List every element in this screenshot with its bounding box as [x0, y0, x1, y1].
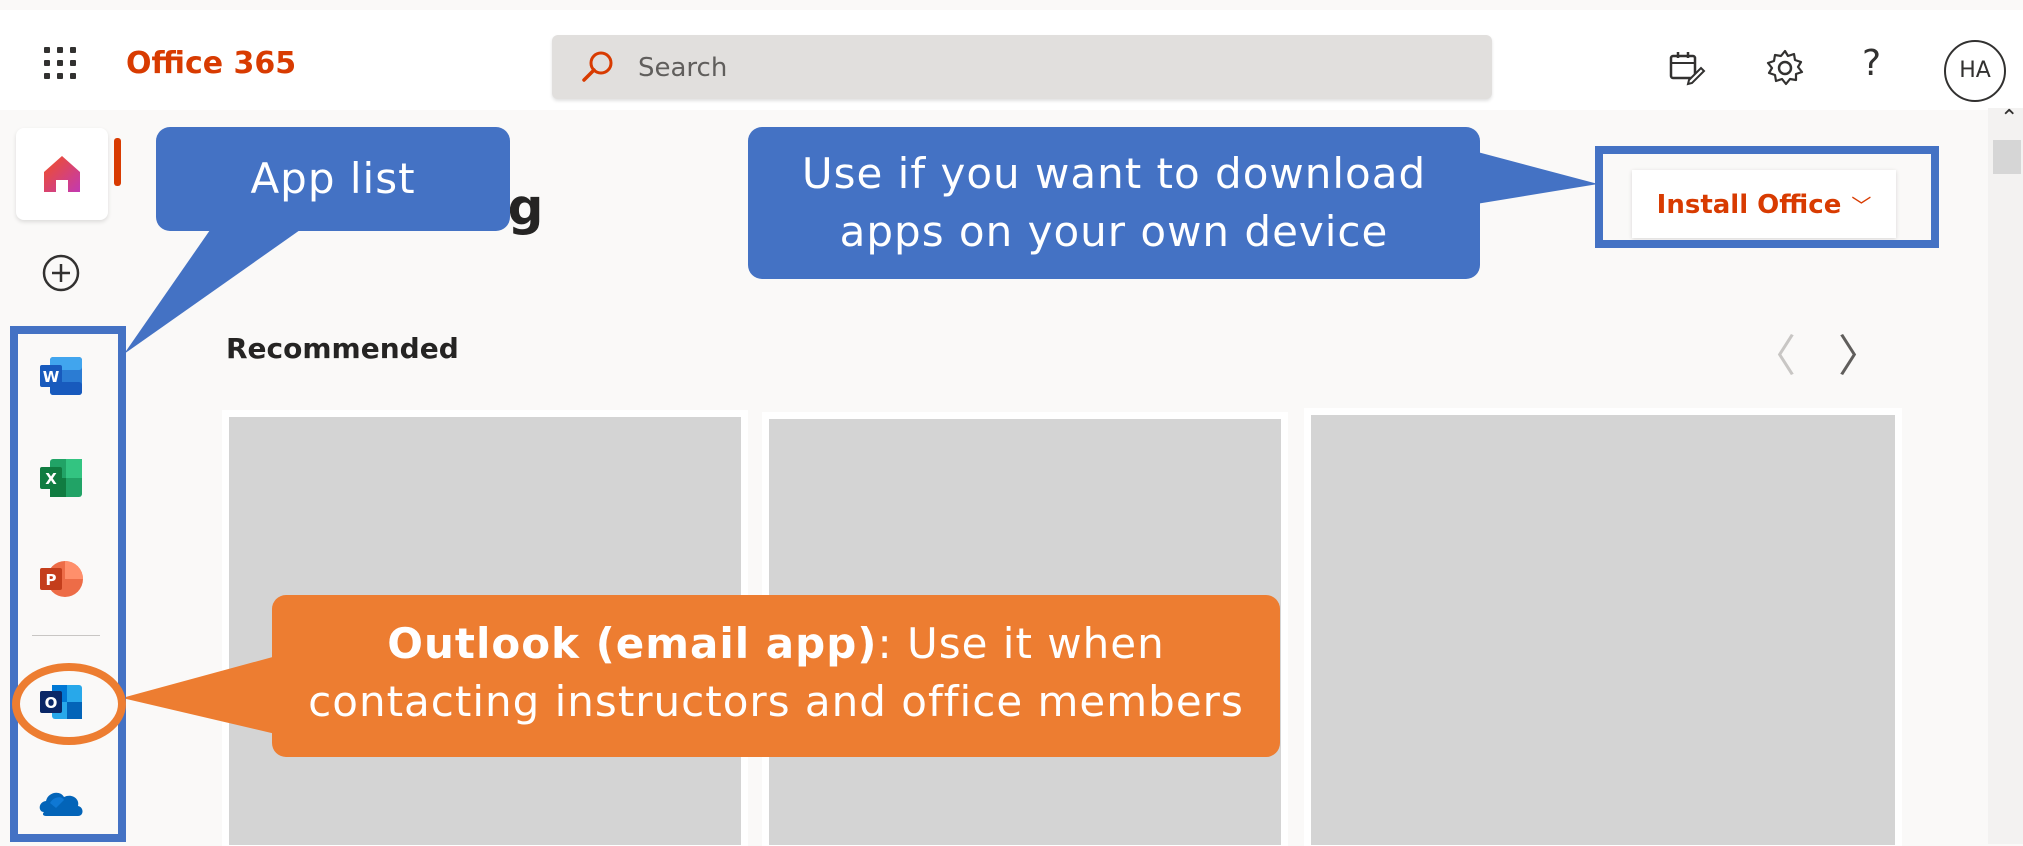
calendar-check-icon[interactable]	[1667, 48, 1707, 88]
active-indicator	[114, 138, 121, 186]
avatar[interactable]: HA	[1944, 40, 2006, 102]
waffle-icon[interactable]	[44, 47, 84, 87]
app-list-callout: App list	[156, 127, 510, 231]
gear-icon[interactable]	[1765, 48, 1805, 88]
install-note-text: Use if you want to download apps on your…	[801, 149, 1427, 256]
outlook-highlight	[12, 663, 126, 745]
install-office-highlight	[1595, 146, 1939, 248]
carousel-next-button[interactable]: 〉	[1838, 320, 1882, 384]
install-note-callout: Use if you want to download apps on your…	[748, 127, 1480, 279]
home-icon	[44, 156, 80, 192]
recommended-title: Recommended	[226, 332, 459, 365]
top-bar: Office 365 ? HA	[0, 10, 2023, 110]
outlook-callout-bold: Outlook (email app)	[387, 619, 878, 668]
search-box[interactable]	[552, 35, 1492, 101]
recommended-card[interactable]	[1304, 408, 1902, 846]
search-input[interactable]	[636, 35, 1460, 101]
carousel-prev-button[interactable]: 〈	[1752, 320, 1796, 384]
scroll-thumb[interactable]	[1993, 140, 2021, 174]
app-list-highlight	[10, 326, 126, 842]
help-icon[interactable]: ?	[1862, 43, 1881, 84]
rail-item-home[interactable]	[16, 128, 108, 220]
scroll-up-icon[interactable]: ⌃	[2000, 106, 2018, 131]
install-note-tail	[1470, 150, 1598, 205]
app-name[interactable]: Office 365	[126, 46, 296, 81]
search-icon	[582, 51, 613, 82]
outlook-callout: Outlook (email app): Use it when contact…	[272, 595, 1280, 757]
plus-circle-icon[interactable]	[36, 248, 86, 298]
scrollbar[interactable]	[1988, 108, 2023, 844]
